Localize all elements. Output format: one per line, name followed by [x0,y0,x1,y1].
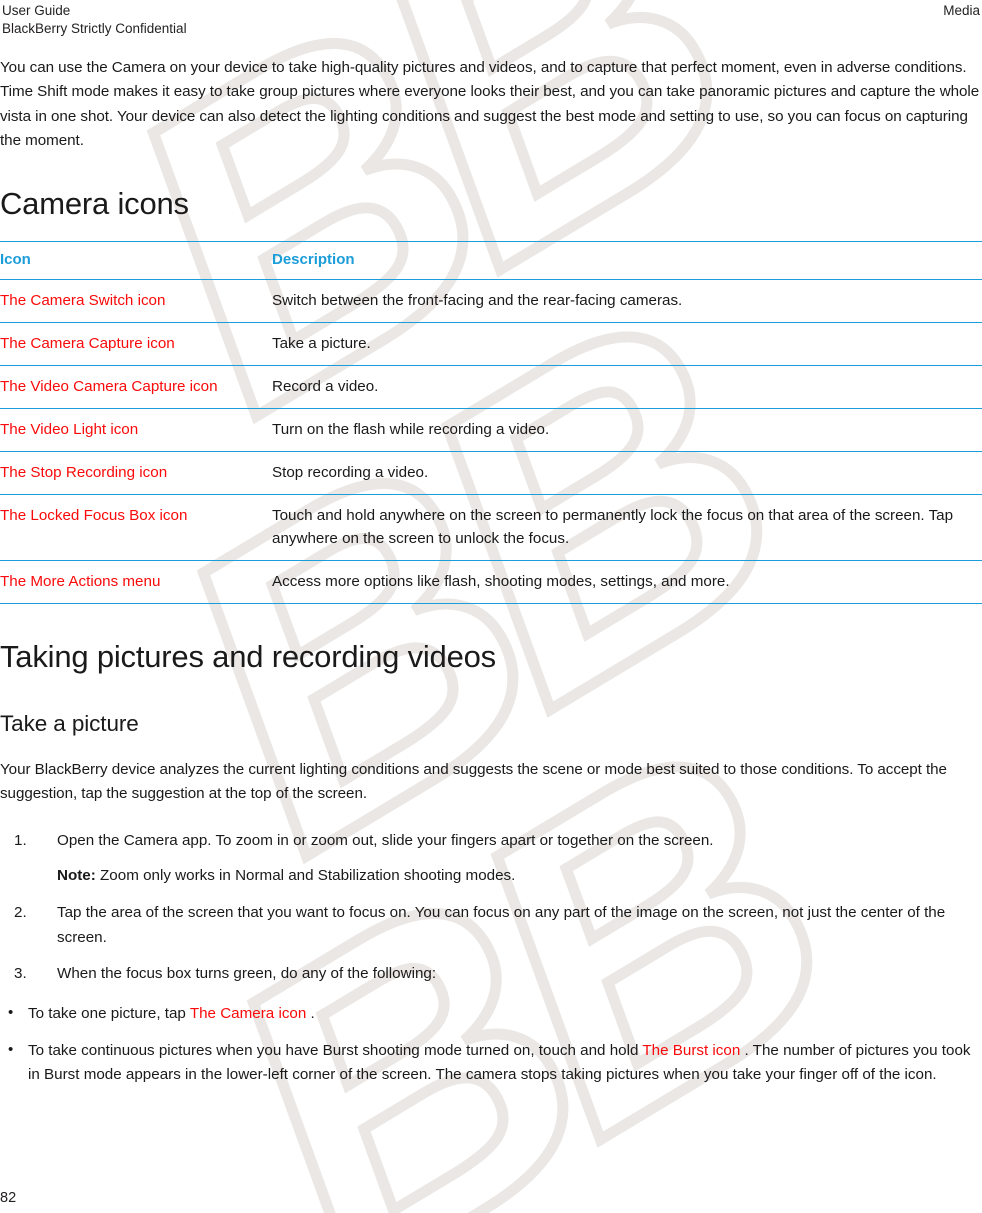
table-row: The Video Camera Capture icon Record a v… [0,365,982,410]
running-header: User Guide Media BlackBerry Strictly Con… [0,0,982,38]
bullet-marker-icon: • [8,1040,14,1058]
page-content: You can use the Camera on your device to… [0,56,982,1087]
take-picture-steps: 1. Open the Camera app. To zoom in or zo… [0,829,982,986]
taking-pictures-heading: Taking pictures and recording videos [0,639,496,675]
table-cell-description: Take a picture. [272,322,982,367]
step-text: Tap the area of the screen that you want… [57,904,946,946]
bullet-prefix-text: To take continuous pictures when you hav… [28,1041,643,1059]
step-item-2: 2. Tap the area of the screen that you w… [0,901,982,950]
step-text: Open the Camera app. To zoom in or zoom … [57,831,714,849]
table-cell-icon: The Camera Capture icon [0,322,272,367]
take-a-picture-subheading: Take a picture [0,711,139,737]
header-right-title: Media [943,3,980,18]
note-text: Zoom only works in Normal and Stabilizat… [95,867,516,885]
bullet-item-one-picture: • To take one picture, tap The Camera ico… [0,1002,982,1026]
bullet-item-burst-pictures: • To take continuous pictures when you ha… [0,1039,982,1088]
table-cell-description: Touch and hold anywhere on the screen to… [272,494,982,562]
bullet-marker-icon: • [8,1004,14,1022]
table-cell-description: Record a video. [272,365,982,410]
note-label: Note: [57,867,96,885]
table-cell-icon: The Video Camera Capture icon [0,365,272,410]
step-text: When the focus box turns green, do any o… [57,964,437,982]
table-cell-description: Turn on the flash while recording a vide… [272,408,982,453]
table-cell-icon: The Stop Recording icon [0,451,272,496]
table-row: The Camera Capture icon Take a picture. [0,322,982,367]
table-cell-description: Stop recording a video. [272,451,982,496]
document-page: User Guide Media BlackBerry Strictly Con… [0,0,982,1213]
missing-image-placeholder-burst-icon: The Burst icon [642,1041,741,1059]
table-cell-icon: The Locked Focus Box icon [0,494,272,562]
table-header-icon: Icon [0,241,272,281]
step-number: 2. [14,904,27,922]
step-number: 3. [14,964,27,982]
camera-icons-table: Icon Description The Camera Switch icon … [0,241,982,605]
step-item-1: 1. Open the Camera app. To zoom in or zo… [0,829,982,889]
take-picture-intro-paragraph: Your BlackBerry device analyzes the curr… [0,761,947,803]
take-picture-bullets: • To take one picture, tap The Camera ico… [0,1002,982,1087]
table-header-description: Description [272,241,982,281]
table-row: The Stop Recording icon Stop recording a… [0,451,982,496]
table-row: The More Actions menu Access more option… [0,560,982,605]
table-header-row: Icon Description [0,241,982,281]
table-cell-description: Access more options like flash, shooting… [272,560,982,605]
table-row: The Camera Switch icon Switch between th… [0,279,982,324]
missing-image-placeholder-camera-icon: The Camera icon [189,1005,307,1023]
table-cell-icon: The Video Light icon [0,408,272,453]
header-left-title: User Guide [2,3,71,18]
bullet-prefix-text: To take one picture, tap [28,1005,190,1023]
bullet-suffix-text: . [306,1005,315,1023]
intro-paragraph: You can use the Camera on your device to… [0,59,980,149]
header-confidential-notice: BlackBerry Strictly Confidential [2,21,187,36]
step-note: Note: Zoom only works in Normal and Stab… [57,864,982,888]
table-cell-icon: The More Actions menu [0,560,272,605]
table-cell-icon: The Camera Switch icon [0,279,272,324]
table-row: The Locked Focus Box icon Touch and hold… [0,494,982,562]
page-number: 82 [0,1190,17,1206]
step-item-3: 3. When the focus box turns green, do an… [0,962,982,986]
table-row: The Video Light icon Turn on the flash w… [0,408,982,453]
camera-icons-heading: Camera icons [0,186,189,222]
step-number: 1. [14,831,27,849]
table-cell-description: Switch between the front-facing and the … [272,279,982,324]
